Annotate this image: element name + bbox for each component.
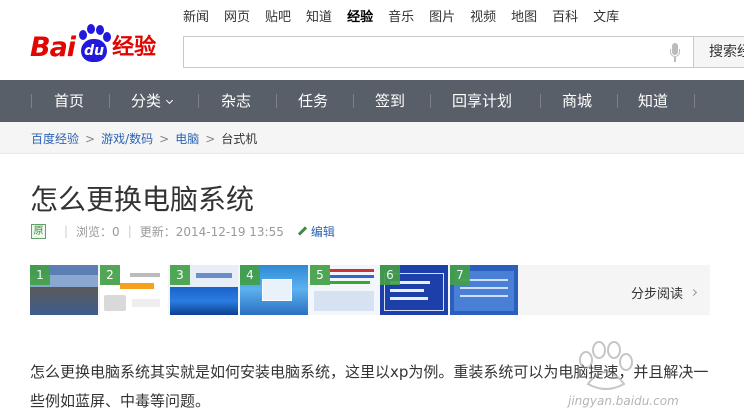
main-nav: 首页 分类 杂志 任务 签到 回享计划 商城 知道: [0, 80, 744, 122]
step-thumb[interactable]: 5: [310, 265, 378, 315]
top-nav: 新闻 网页 贴吧 知道 经验 音乐 图片 视频 地图 百科 文库: [183, 8, 634, 28]
topnav-item-music[interactable]: 音乐: [388, 8, 414, 28]
topnav-item-news[interactable]: 新闻: [183, 8, 209, 28]
topnav-item-zhidao[interactable]: 知道: [306, 8, 332, 28]
step-thumbnails: 1 2 3 4 5 6 7 分步阅读: [30, 265, 710, 315]
page-title: 怎么更换电脑系统: [30, 183, 255, 216]
logo-text-du: du: [84, 43, 105, 59]
nav-item-mall[interactable]: 商城: [562, 80, 592, 122]
step-number: 2: [100, 265, 120, 285]
step-thumb[interactable]: 2: [100, 265, 168, 315]
article-meta: 原 | 浏览：0 | 更新：2014-12-19 13:55 编辑: [31, 222, 335, 240]
topnav-item-images[interactable]: 图片: [429, 8, 455, 28]
nav-item-share-plan[interactable]: 回享计划: [452, 80, 512, 122]
step-number: 4: [240, 265, 260, 285]
breadcrumb-item-games[interactable]: 游戏/数码: [101, 132, 153, 146]
topnav-item-map[interactable]: 地图: [511, 8, 537, 28]
topnav-item-tieba[interactable]: 贴吧: [265, 8, 291, 28]
topnav-item-baike[interactable]: 百科: [552, 8, 578, 28]
search-input[interactable]: [183, 36, 693, 68]
paw-watermark-icon: [579, 341, 633, 390]
chevron-down-icon: [165, 96, 174, 105]
breadcrumb-item-computer[interactable]: 电脑: [175, 132, 199, 146]
step-number: 1: [30, 265, 50, 285]
paw-icon: du: [76, 24, 112, 64]
step-thumb[interactable]: 4: [240, 265, 308, 315]
step-thumb[interactable]: 3: [170, 265, 238, 315]
step-thumb[interactable]: 6: [380, 265, 448, 315]
nav-item-category-label: 分类: [131, 92, 162, 110]
nav-item-category[interactable]: 分类: [131, 80, 174, 122]
nav-item-tasks[interactable]: 任务: [298, 80, 328, 122]
watermark-text: jingyan.baidu.com: [568, 394, 679, 408]
breadcrumb-item-home[interactable]: 百度经验: [31, 132, 79, 146]
breadcrumb: 百度经验 > 游戏/数码 > 电脑 > 台式机: [0, 122, 744, 154]
view-count: 浏览：0: [76, 224, 120, 239]
step-number: 5: [310, 265, 330, 285]
step-thumb[interactable]: 1: [30, 265, 98, 315]
step-number: 6: [380, 265, 400, 285]
nav-item-checkin[interactable]: 签到: [375, 80, 405, 122]
baidu-jingyan-watermark: jingyan.baidu.com: [566, 340, 744, 420]
edit-label: 编辑: [310, 224, 335, 239]
topnav-item-web[interactable]: 网页: [224, 8, 250, 28]
topnav-item-jingyan[interactable]: 经验: [347, 8, 373, 28]
search-button[interactable]: 搜索经: [693, 36, 744, 68]
chevron-right-icon: >: [159, 132, 170, 146]
step-read-label: 分步阅读: [630, 287, 683, 302]
microphone-icon[interactable]: [669, 43, 681, 63]
step-read-button[interactable]: 分步阅读: [630, 283, 698, 302]
breadcrumb-item-desktop: 台式机: [221, 132, 258, 146]
baidu-jingyan-logo[interactable]: Bai du 经验: [30, 20, 156, 64]
chevron-right-icon: [689, 288, 698, 297]
topnav-item-wenku[interactable]: 文库: [593, 8, 619, 28]
pencil-icon: [298, 227, 307, 236]
step-number: 7: [450, 265, 470, 285]
nav-item-home[interactable]: 首页: [54, 80, 84, 122]
edit-link[interactable]: 编辑: [298, 223, 335, 240]
chevron-right-icon: >: [205, 132, 216, 146]
logo-text-jingyan: 经验: [112, 35, 157, 60]
step-thumb[interactable]: 7: [450, 265, 518, 315]
original-badge: 原: [31, 223, 46, 239]
topnav-item-video[interactable]: 视频: [470, 8, 496, 28]
update-time: 更新：2014-12-19 13:55: [139, 224, 284, 239]
header: Bai du 经验 新闻 网页 贴吧 知道 经验 音乐 图片 视频 地图 百科 …: [0, 0, 744, 80]
logo-text-bai: Bai: [30, 32, 76, 63]
nav-item-zhidao[interactable]: 知道: [638, 80, 668, 122]
step-number: 3: [170, 265, 190, 285]
nav-item-magazine[interactable]: 杂志: [221, 80, 251, 122]
chevron-right-icon: >: [85, 132, 96, 146]
